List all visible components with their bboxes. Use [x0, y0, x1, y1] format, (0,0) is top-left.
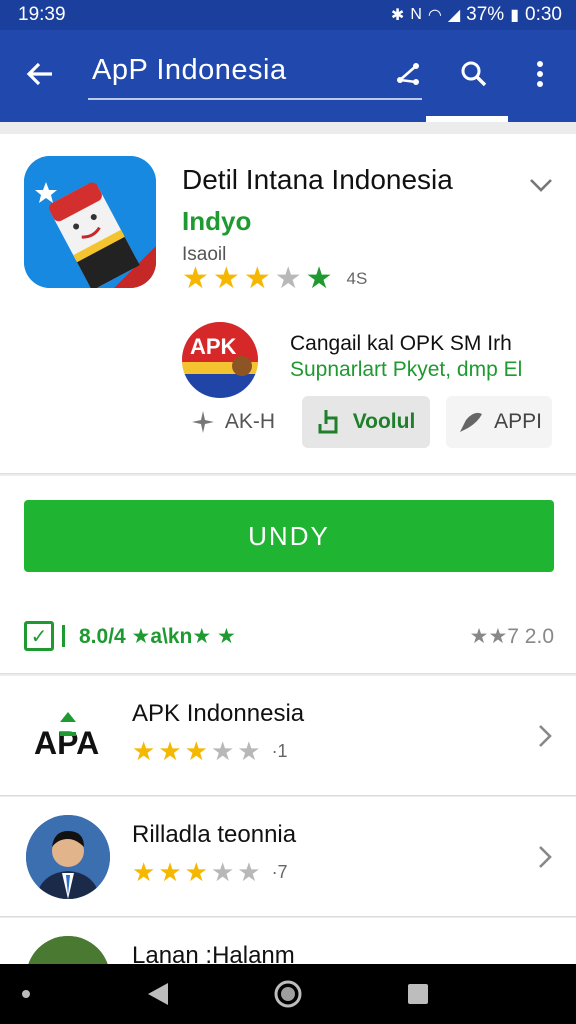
promo-badge[interactable]: APK	[182, 322, 258, 398]
overflow-menu-button[interactable]	[516, 50, 564, 98]
status-icons: ✱ N ◠ ◢ 37% ▮ 0:30	[391, 4, 562, 26]
checkbox-icon[interactable]: ✓	[24, 621, 54, 651]
rating-count: 4S	[346, 269, 368, 288]
square-recents-icon	[408, 984, 428, 1004]
info-divider	[62, 625, 65, 647]
app-bar: ApP Indonesia	[0, 30, 576, 122]
promo-subtitle[interactable]: Supnarlart Pkyet, dmp El	[290, 358, 522, 382]
more-vert-icon	[537, 61, 543, 87]
search-button[interactable]	[450, 50, 498, 98]
chip-label: Voolul	[352, 410, 416, 433]
nav-home-button[interactable]	[266, 974, 310, 1014]
wifi-icon: ◠	[427, 7, 442, 24]
promo-badge-text: APK	[190, 334, 237, 359]
sparkle-icon	[191, 411, 214, 433]
star-icon: ★	[132, 857, 156, 887]
system-nav-bar	[0, 964, 576, 1024]
expand-button[interactable]	[520, 164, 562, 206]
tab-indicator	[426, 116, 508, 122]
battery-percent: 37%	[466, 4, 505, 25]
pen-icon	[460, 412, 483, 432]
battery-icon: ▮	[510, 7, 520, 24]
star-icon: ★	[184, 736, 208, 766]
chip-label: APPI	[494, 410, 542, 433]
nav-dot	[22, 990, 30, 998]
app-icon	[24, 156, 156, 288]
list-item-stars: ★ ★ ★ ★ ★ ·1	[132, 738, 288, 764]
chevron-right-icon	[530, 837, 560, 877]
chip-label: AK-H	[224, 410, 276, 433]
info-row: ✓ 8.0/4 ★a\kn★ ★ ★★7 2.0	[24, 618, 554, 654]
chevron-down-icon	[530, 179, 552, 192]
triangle-back-icon	[148, 983, 168, 1005]
nfc-icon: N	[410, 6, 422, 23]
svg-text:APA: APA	[34, 725, 99, 761]
app-name: Detil Intana Indonesia	[182, 164, 453, 195]
info-left-text: 8.0/4 ★a\kn★ ★	[79, 624, 236, 648]
star-icon: ★	[212, 262, 240, 295]
nav-back-button[interactable]	[136, 974, 180, 1014]
install-section: UNDY ✓ 8.0/4 ★a\kn★ ★ ★★7 2.0	[0, 476, 576, 674]
person-photo	[26, 815, 110, 899]
chip-ak-h[interactable]: AK-H	[178, 396, 288, 448]
nav-recents-button[interactable]	[396, 974, 440, 1014]
star-empty-icon: ★	[274, 262, 302, 295]
apa-logo: APA	[26, 694, 110, 778]
app-bar-title: ApP Indonesia	[92, 54, 287, 86]
apa-logo-art: APA	[34, 712, 99, 761]
star-empty-icon: ★	[210, 736, 235, 766]
app-icon-artwork	[24, 156, 156, 288]
list-item-count: ·7	[271, 861, 288, 882]
title-underline	[88, 98, 422, 100]
home-circle-icon	[274, 980, 302, 1008]
chip-appi[interactable]: APPI	[446, 396, 552, 448]
signal-icon: ◢	[447, 7, 461, 24]
star-icon: ★	[158, 857, 182, 887]
list-item-count: ·1	[271, 740, 288, 761]
star-icon: ★	[132, 736, 156, 766]
status-bar: 19:39 ✱ N ◠ ◢ 37% ▮ 0:30	[0, 0, 576, 30]
promo-title: Cangail kal OPK SM Irh	[290, 332, 512, 355]
rating-stars: ★ ★ ★ ★ ★ 4S	[182, 264, 367, 294]
star-empty-icon: ★	[237, 857, 261, 887]
list-item-stars: ★ ★ ★ ★ ★ ·7	[132, 859, 288, 885]
info-right: ★★7 2.0	[470, 624, 554, 649]
install-button[interactable]: UNDY	[24, 500, 554, 572]
star-icon: ★	[243, 262, 271, 295]
chevron-right-icon	[530, 716, 560, 756]
search-icon	[461, 61, 487, 87]
star-green-icon: ★	[305, 262, 333, 295]
info-right-text: ★★7 2.0	[469, 624, 554, 648]
star-empty-icon: ★	[210, 857, 235, 887]
back-button[interactable]	[18, 52, 62, 96]
bluetooth-icon: ✱	[390, 7, 405, 24]
star-icon: ★	[184, 857, 208, 887]
developer-name[interactable]: Indyo	[182, 206, 251, 237]
person-avatar-art	[26, 815, 110, 899]
share-icon	[396, 63, 419, 85]
list-item[interactable]: Rilladla teonnia ★ ★ ★ ★ ★ ·7	[0, 797, 576, 917]
star-empty-icon: ★	[237, 736, 261, 766]
promo-badge-art: APK	[182, 322, 258, 398]
list-item[interactable]: APA APK Indonnesia ★ ★ ★ ★ ★ ·1	[0, 676, 576, 796]
status-time: 19:39	[18, 4, 66, 25]
list-item-title: Rilladla teonnia	[132, 821, 297, 848]
chip-voolul[interactable]: Voolul	[302, 396, 430, 448]
star-icon: ★	[158, 736, 182, 766]
share-button[interactable]	[384, 50, 432, 98]
app-detail-card: Detil Intana Indonesia Indyo Isaoil ★ ★ …	[0, 134, 576, 474]
status-clock-right: 0:30	[525, 4, 562, 25]
back-arrow-icon	[26, 62, 52, 86]
star-icon: ★	[182, 262, 209, 295]
list-item-title: APK Indonnesia	[132, 700, 305, 727]
hand-icon	[318, 410, 338, 434]
